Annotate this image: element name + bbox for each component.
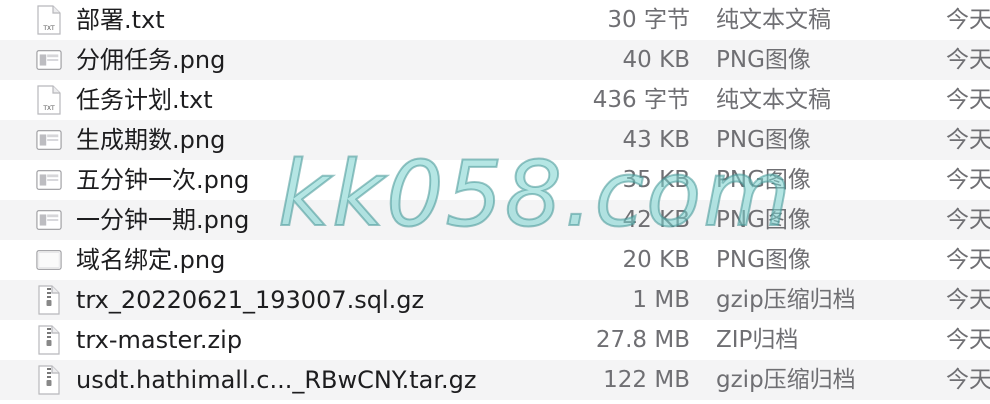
- file-date: 今天: [946, 287, 990, 313]
- file-size: 122 MB: [603, 367, 690, 393]
- file-size: 30 字节: [607, 7, 690, 33]
- file-size: 43 KB: [622, 127, 690, 153]
- file-list: TXT 部署.txt 30 字节 纯文本文稿 今天 分佣任务.png 40 KB…: [0, 0, 990, 400]
- file-row[interactable]: usdt.hathimall.c..._RBwCNY.tar.gz 122 MB…: [0, 360, 990, 400]
- file-size: 40 KB: [622, 47, 690, 73]
- file-date: 今天: [946, 327, 990, 353]
- file-name: 部署.txt: [76, 6, 165, 34]
- text-file-icon: TXT: [36, 4, 62, 36]
- file-size: 1 MB: [632, 287, 690, 313]
- file-row[interactable]: 域名绑定.png 20 KB PNG图像 今天: [0, 240, 990, 280]
- file-kind: PNG图像: [716, 167, 811, 193]
- file-row[interactable]: 分佣任务.png 40 KB PNG图像 今天: [0, 40, 990, 80]
- svg-text:TXT: TXT: [42, 105, 55, 112]
- image-file-icon: [36, 204, 62, 236]
- file-kind: PNG图像: [716, 47, 811, 73]
- file-kind: PNG图像: [716, 207, 811, 233]
- svg-text:TXT: TXT: [42, 25, 55, 32]
- file-row[interactable]: 五分钟一次.png 35 KB PNG图像 今天: [0, 160, 990, 200]
- file-kind: PNG图像: [716, 247, 811, 273]
- file-name: trx-master.zip: [76, 326, 243, 354]
- file-kind: ZIP归档: [716, 327, 799, 353]
- file-kind: gzip压缩归档: [716, 367, 856, 393]
- file-date: 今天: [946, 127, 990, 153]
- file-row[interactable]: 一分钟一期.png 42 KB PNG图像 今天: [0, 200, 990, 240]
- file-size: 20 KB: [622, 247, 690, 273]
- file-name: usdt.hathimall.c..._RBwCNY.tar.gz: [76, 366, 477, 394]
- file-row[interactable]: TXT 任务计划.txt 436 字节 纯文本文稿 今天: [0, 80, 990, 120]
- file-name: 一分钟一期.png: [76, 206, 250, 234]
- file-row[interactable]: TXT 部署.txt 30 字节 纯文本文稿 今天: [0, 0, 990, 40]
- file-kind: PNG图像: [716, 127, 811, 153]
- blank-image-file-icon: [36, 244, 62, 276]
- file-size: 35 KB: [622, 167, 690, 193]
- file-date: 今天: [946, 87, 990, 113]
- file-name: trx_20220621_193007.sql.gz: [76, 286, 425, 314]
- file-date: 今天: [946, 7, 990, 33]
- file-kind: 纯文本文稿: [716, 7, 831, 33]
- file-kind: gzip压缩归档: [716, 287, 856, 313]
- file-date: 今天: [946, 47, 990, 73]
- text-file-icon: TXT: [36, 84, 62, 116]
- file-name: 分佣任务.png: [76, 46, 226, 74]
- file-date: 今天: [946, 247, 990, 273]
- archive-file-icon: [36, 324, 62, 356]
- image-file-icon: [36, 44, 62, 76]
- file-row[interactable]: trx-master.zip 27.8 MB ZIP归档 今天: [0, 320, 990, 360]
- archive-file-icon: [36, 284, 62, 316]
- file-name: 生成期数.png: [76, 126, 226, 154]
- image-file-icon: [36, 164, 62, 196]
- file-row[interactable]: 生成期数.png 43 KB PNG图像 今天: [0, 120, 990, 160]
- file-size: 436 字节: [592, 87, 690, 113]
- file-name: 域名绑定.png: [76, 246, 226, 274]
- file-name: 五分钟一次.png: [76, 166, 250, 194]
- file-size: 27.8 MB: [595, 327, 690, 353]
- file-date: 今天: [946, 167, 990, 193]
- archive-file-icon: [36, 364, 62, 396]
- file-date: 今天: [946, 207, 990, 233]
- file-name: 任务计划.txt: [76, 86, 213, 114]
- file-date: 今天: [946, 367, 990, 393]
- file-kind: 纯文本文稿: [716, 87, 831, 113]
- file-row[interactable]: trx_20220621_193007.sql.gz 1 MB gzip压缩归档…: [0, 280, 990, 320]
- file-size: 42 KB: [622, 207, 690, 233]
- image-file-icon: [36, 124, 62, 156]
